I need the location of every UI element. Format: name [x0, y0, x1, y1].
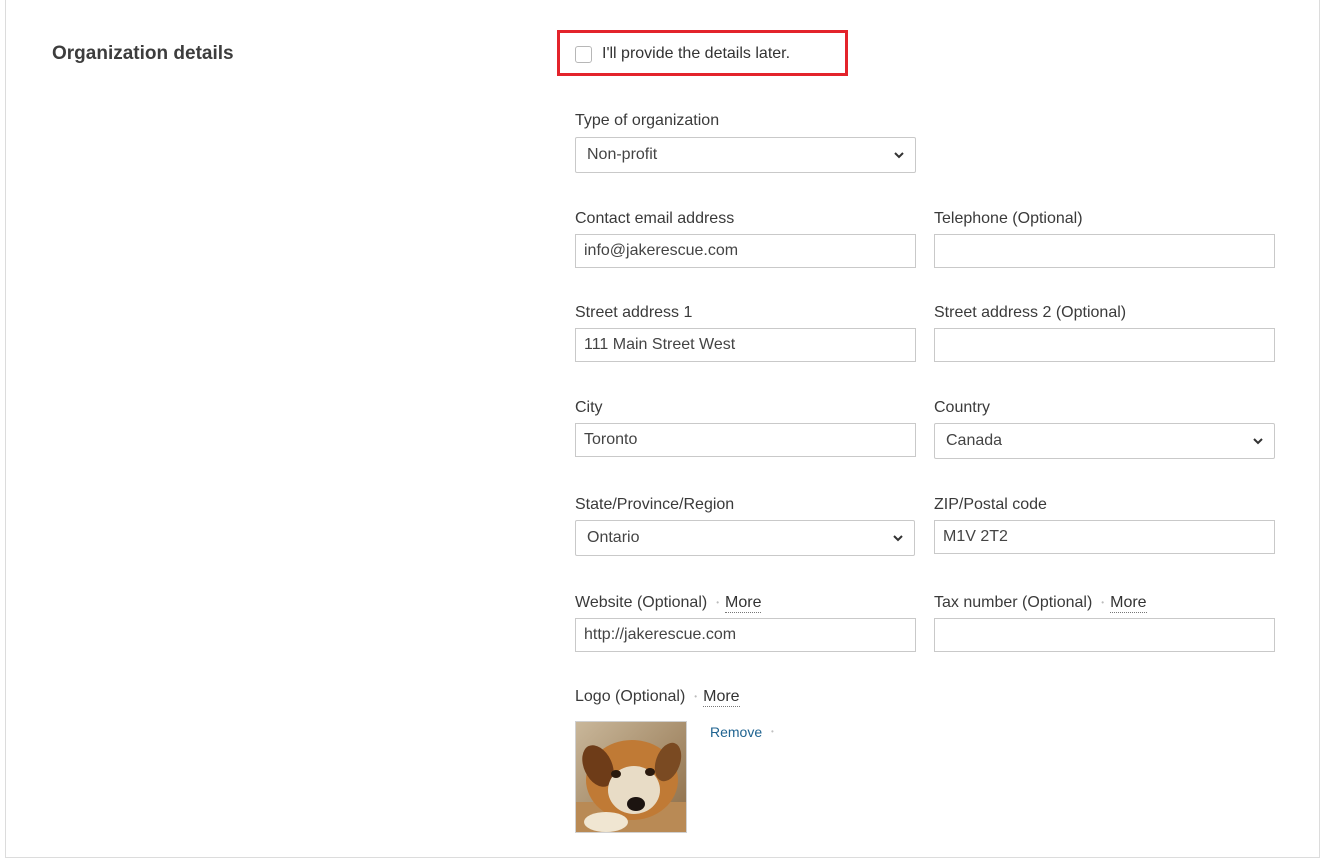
tax-more-link[interactable]: More [1110, 594, 1147, 613]
street2-field: Street address 2 (Optional) [934, 303, 1275, 362]
city-field: City Toronto [575, 398, 916, 457]
logo-field: Logo (Optional) • More [575, 687, 740, 707]
provide-later-label[interactable]: I'll provide the details later. [602, 45, 790, 63]
website-label-row: Website (Optional) • More [575, 593, 916, 613]
separator-dot: • [716, 598, 720, 607]
zip-input[interactable]: M1V 2T2 [934, 520, 1275, 554]
street2-input[interactable] [934, 328, 1275, 362]
section-title: Organization details [52, 43, 234, 64]
logo-image [575, 721, 687, 833]
website-value: http://jakerescue.com [584, 626, 737, 643]
city-label: City [575, 399, 603, 416]
zip-value: M1V 2T2 [943, 528, 1008, 545]
chevron-down-icon [893, 535, 903, 542]
zip-label: ZIP/Postal code [934, 496, 1047, 513]
street1-value: 111 Main Street West [584, 336, 736, 353]
city-value: Toronto [584, 431, 638, 448]
org-type-field: Type of organization Non-profit [575, 111, 916, 173]
state-select[interactable]: Ontario [575, 520, 915, 556]
phone-input[interactable] [934, 234, 1275, 268]
tax-label-row: Tax number (Optional) • More [934, 593, 1275, 613]
logo-label-row: Logo (Optional) • More [575, 687, 740, 707]
tax-label: Tax number (Optional) [934, 594, 1093, 611]
street1-input[interactable]: 111 Main Street West [575, 328, 916, 362]
chevron-down-icon [894, 152, 904, 159]
tax-input[interactable] [934, 618, 1275, 652]
phone-field: Telephone (Optional) [934, 209, 1275, 268]
logo-more-link[interactable]: More [703, 688, 740, 707]
country-value: Canada [946, 432, 1003, 449]
email-field: Contact email address info@jakerescue.co… [575, 209, 916, 268]
separator-dot: • [1101, 598, 1105, 607]
street1-field: Street address 1 111 Main Street West [575, 303, 916, 362]
country-select[interactable]: Canada [934, 423, 1275, 459]
dog-photo-icon [576, 722, 686, 832]
provide-later-option[interactable]: I'll provide the details later. [575, 44, 790, 64]
city-input[interactable]: Toronto [575, 423, 916, 457]
phone-label: Telephone (Optional) [934, 210, 1083, 227]
separator-dot: • [771, 727, 774, 736]
country-label: Country [934, 399, 991, 416]
logo-remove-link[interactable]: Remove [710, 724, 762, 740]
provide-later-checkbox[interactable] [575, 45, 592, 63]
separator-dot: • [694, 692, 698, 701]
zip-field: ZIP/Postal code M1V 2T2 [934, 495, 1275, 554]
chevron-down-icon [1253, 438, 1263, 445]
website-label: Website (Optional) [575, 594, 708, 611]
website-more-link[interactable]: More [725, 594, 762, 613]
website-field: Website (Optional) • More http://jakeres… [575, 593, 916, 652]
state-label: State/Province/Region [575, 496, 735, 513]
country-field: Country Canada [934, 398, 1275, 459]
org-type-value: Non-profit [587, 146, 658, 163]
email-label: Contact email address [575, 210, 735, 227]
state-value: Ontario [587, 529, 640, 546]
email-value: info@jakerescue.com [584, 242, 739, 259]
street2-label: Street address 2 (Optional) [934, 304, 1127, 321]
website-input[interactable]: http://jakerescue.com [575, 618, 916, 652]
logo-label: Logo (Optional) [575, 688, 686, 705]
org-type-select[interactable]: Non-profit [575, 137, 916, 173]
street1-label: Street address 1 [575, 304, 693, 321]
email-input[interactable]: info@jakerescue.com [575, 234, 916, 268]
tax-field: Tax number (Optional) • More [934, 593, 1275, 652]
state-field: State/Province/Region Ontario [575, 495, 915, 556]
org-type-label: Type of organization [575, 112, 720, 129]
